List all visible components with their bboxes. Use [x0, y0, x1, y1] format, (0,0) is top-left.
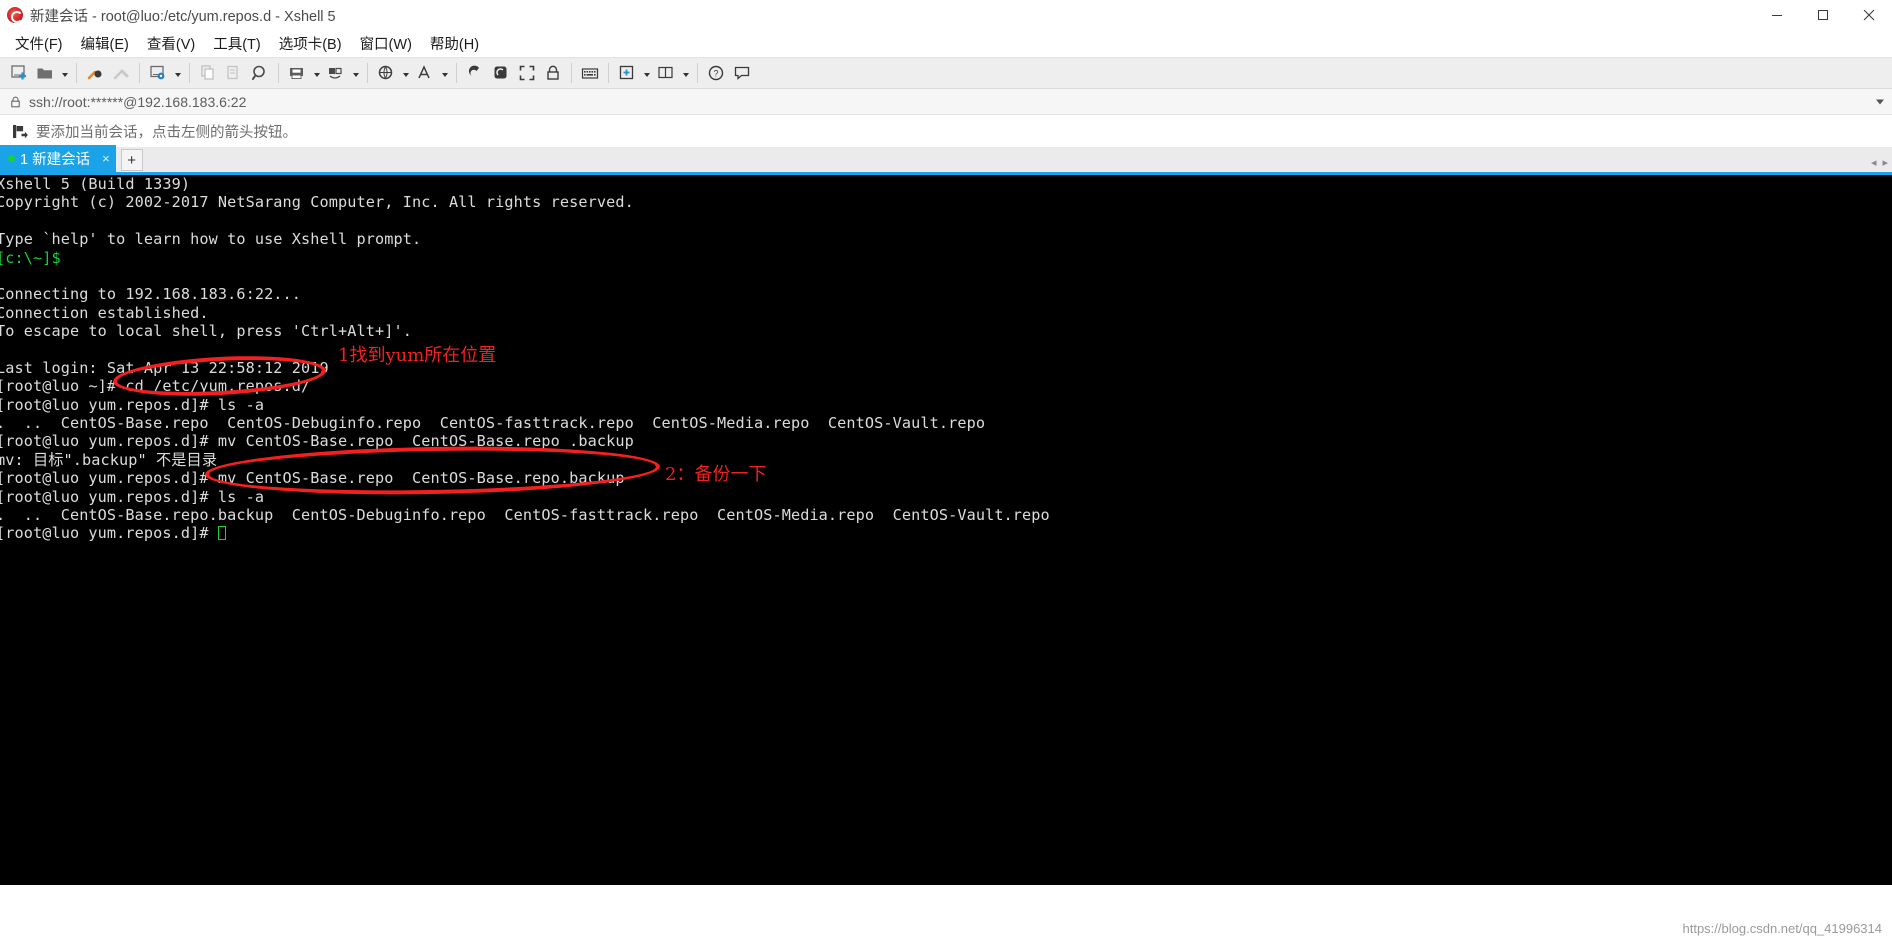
ssh-tunnel-icon[interactable]: [462, 60, 488, 86]
menu-help[interactable]: 帮助(H): [421, 30, 488, 57]
close-button[interactable]: [1846, 0, 1892, 30]
log-dropdown-icon[interactable]: [310, 60, 323, 86]
copy-icon[interactable]: [195, 60, 221, 86]
lock-icon[interactable]: [540, 60, 566, 86]
terminal-line: [root@luo yum.repos.d]# mv CentOS-Base.r…: [0, 469, 625, 488]
terminal-screen[interactable]: Xshell 5 (Build 1339) Copyright (c) 2002-…: [0, 175, 1892, 885]
new-session-icon[interactable]: [6, 60, 32, 86]
terminal-output: Xshell 5 (Build 1339) Copyright (c) 2002-…: [0, 175, 1050, 543]
session-properties-icon[interactable]: [145, 60, 171, 86]
tab-label: 1 新建会话: [20, 152, 91, 168]
find-icon[interactable]: [247, 60, 273, 86]
xshell-window: 新建会话 - root@luo:/etc/yum.repos.d - Xshel…: [0, 0, 1892, 941]
terminal-line: Connecting to 192.168.183.6:22...: [0, 285, 302, 304]
new-tab-button[interactable]: +: [120, 149, 143, 171]
terminal-line: [root@luo ~]# cd /etc/yum.repos.d/: [0, 377, 311, 396]
menu-window[interactable]: 窗口(W): [351, 30, 421, 57]
bottom-strip: [0, 905, 1892, 941]
toolbar-separator: [278, 63, 279, 83]
connect-icon[interactable]: [82, 60, 108, 86]
watermark-text: https://blog.csdn.net/qq_41996314: [1682, 921, 1883, 936]
toolbar: ?: [0, 57, 1892, 89]
address-bar[interactable]: ssh://root:******@192.168.183.6:22: [0, 89, 1892, 115]
terminal-line: [root@luo yum.repos.d]# mv CentOS-Base.r…: [0, 432, 634, 451]
keyboard-icon[interactable]: [577, 60, 603, 86]
font-icon[interactable]: [412, 60, 438, 86]
fullscreen-icon[interactable]: [514, 60, 540, 86]
session-properties-dropdown-icon[interactable]: [171, 60, 184, 86]
open-session-icon[interactable]: [32, 60, 58, 86]
tab-close-icon[interactable]: ×: [102, 152, 110, 165]
toolbar-separator: [367, 63, 368, 83]
add-session-flag-icon[interactable]: [10, 122, 28, 140]
arrange-icon[interactable]: [653, 60, 679, 86]
lock-icon: [8, 95, 22, 109]
terminal-line: [c:\~]$: [0, 248, 70, 267]
send-key-icon[interactable]: [373, 60, 399, 86]
terminal-line: Type `help' to learn how to use Xshell p…: [0, 230, 422, 249]
open-session-dropdown-icon[interactable]: [58, 60, 71, 86]
bookmark-hint-text: 要添加当前会话，点击左侧的箭头按钮。: [36, 124, 297, 141]
menu-view[interactable]: 查看(V): [138, 30, 204, 57]
log-icon[interactable]: [284, 60, 310, 86]
menu-bar: 文件(F) 编辑(E) 查看(V) 工具(T) 选项卡(B) 窗口(W) 帮助(…: [0, 30, 1892, 57]
xshell-logo-icon: [7, 7, 23, 23]
tab-scroll-left-icon[interactable]: ◂: [1871, 156, 1877, 169]
toolbar-separator: [139, 63, 140, 83]
file-transfer-dropdown-icon[interactable]: [349, 60, 362, 86]
terminal-line: . .. CentOS-Base.repo.backup CentOS-Debu…: [0, 506, 1050, 525]
title-bar: 新建会话 - root@luo:/etc/yum.repos.d - Xshel…: [0, 0, 1892, 30]
tab-session-1[interactable]: 1 新建会话 ×: [0, 145, 116, 172]
toolbar-separator: [571, 63, 572, 83]
tab-scroll-right-icon[interactable]: ▸: [1882, 156, 1888, 169]
terminal-line: [root@luo yum.repos.d]# ls -a: [0, 487, 265, 506]
toolbar-separator: [76, 63, 77, 83]
terminal-line: . .. CentOS-Base.repo CentOS-Debuginfo.r…: [0, 414, 986, 433]
window-controls: [1754, 0, 1892, 30]
menu-file[interactable]: 文件(F): [6, 30, 72, 57]
toolbar-separator: [189, 63, 190, 83]
address-input[interactable]: ssh://root:******@192.168.183.6:22: [29, 94, 246, 110]
chevron-down-icon[interactable]: [1876, 99, 1884, 104]
window-title: 新建会话 - root@luo:/etc/yum.repos.d - Xshel…: [30, 8, 336, 25]
tab-bar: 1 新建会话 × + ◂ ▸: [0, 145, 1892, 175]
font-dropdown-icon[interactable]: [438, 60, 451, 86]
terminal-line: [root@luo yum.repos.d]# ls -a: [0, 395, 265, 414]
menu-edit[interactable]: 编辑(E): [72, 30, 138, 57]
toolbar-separator: [608, 63, 609, 83]
terminal-line: Xshell 5 (Build 1339): [0, 175, 191, 193]
maximize-button[interactable]: [1800, 0, 1846, 30]
terminal-line: mv: 目标".backup" 不是目录: [0, 450, 218, 469]
toolbar-separator: [697, 63, 698, 83]
comment-icon[interactable]: [729, 60, 755, 86]
new-tab-icon[interactable]: [614, 60, 640, 86]
new-tab-dropdown-icon[interactable]: [640, 60, 653, 86]
disconnect-icon[interactable]: [108, 60, 134, 86]
toolbar-separator: [456, 63, 457, 83]
svg-text:?: ?: [713, 69, 718, 79]
terminal-line: Last login: Sat Apr 13 22:58:12 2019: [0, 358, 329, 377]
file-transfer-icon[interactable]: [323, 60, 349, 86]
terminal-line: Connection established.: [0, 303, 209, 322]
sftp-icon[interactable]: [488, 60, 514, 86]
menu-tabs[interactable]: 选项卡(B): [270, 30, 351, 57]
help-icon[interactable]: ?: [703, 60, 729, 86]
send-key-dropdown-icon[interactable]: [399, 60, 412, 86]
tab-scroll-controls: ◂ ▸: [1871, 156, 1888, 169]
connection-status-dot-icon: [8, 155, 15, 162]
arrange-dropdown-icon[interactable]: [679, 60, 692, 86]
bookmark-hint-bar: 要添加当前会话，点击左侧的箭头按钮。: [0, 115, 1892, 148]
paste-icon[interactable]: [221, 60, 247, 86]
block-cursor: [217, 526, 226, 541]
menu-tools[interactable]: 工具(T): [204, 30, 270, 57]
terminal-line: Copyright (c) 2002-2017 NetSarang Comput…: [0, 193, 634, 212]
minimize-button[interactable]: [1754, 0, 1800, 30]
terminal-line: To escape to local shell, press 'Ctrl+Al…: [0, 322, 412, 341]
terminal-line: [root@luo yum.repos.d]#: [0, 524, 1050, 542]
